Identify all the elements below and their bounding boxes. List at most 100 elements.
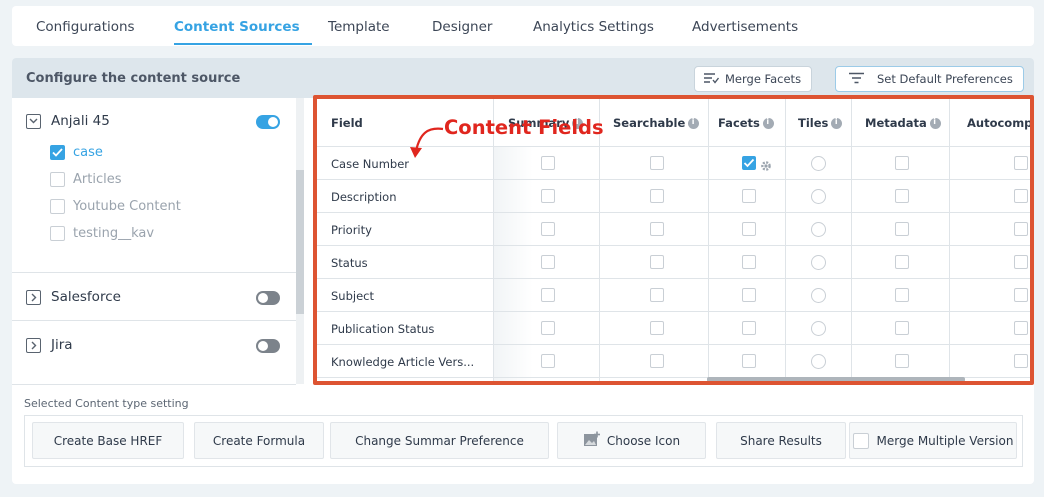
content-source-panel: Configure the content source Merge Facet…	[12, 58, 1034, 484]
info-icon[interactable]	[831, 117, 843, 129]
searchable-checkbox[interactable]	[650, 354, 664, 368]
content-type-testing-kav[interactable]: testing__kav	[50, 226, 154, 241]
checkbox-icon[interactable]	[50, 172, 65, 187]
autocomplete-checkbox[interactable]	[1014, 222, 1028, 236]
metadata-checkbox[interactable]	[895, 156, 909, 170]
facets-checkbox[interactable]	[742, 222, 756, 236]
info-icon[interactable]	[929, 117, 941, 129]
checkbox-icon[interactable]	[852, 432, 869, 449]
tree-scrollbar-thumb[interactable]	[296, 170, 304, 314]
top-tab-bar: Configurations Content Sources Template …	[12, 6, 1034, 46]
source-row-salesforce[interactable]: Salesforce	[26, 289, 121, 305]
change-summary-preference-button[interactable]: Change Summar Preference	[330, 422, 549, 459]
expand-icon[interactable]	[26, 289, 41, 305]
tiles-radio[interactable]	[811, 222, 826, 237]
facets-checkbox[interactable]	[742, 156, 756, 170]
source-row-anjali-45[interactable]: Anjali 45	[26, 113, 110, 129]
tab-analytics-settings[interactable]: Analytics Settings	[533, 19, 654, 35]
metadata-checkbox[interactable]	[895, 189, 909, 203]
tiles-radio[interactable]	[811, 189, 826, 204]
content-type-youtube-content[interactable]: Youtube Content	[50, 199, 181, 214]
source-name: Anjali 45	[51, 113, 110, 129]
summary-checkbox[interactable]	[541, 255, 555, 269]
metadata-checkbox[interactable]	[895, 354, 909, 368]
table-row: Knowledge Article Vers...	[317, 345, 1030, 378]
searchable-checkbox[interactable]	[650, 288, 664, 302]
merge-facets-label: Merge Facets	[725, 72, 802, 86]
merge-multiple-version-option[interactable]: Merge Multiple Version	[849, 422, 1017, 459]
metadata-checkbox[interactable]	[895, 222, 909, 236]
collapse-icon[interactable]	[26, 113, 41, 129]
tree-scrollbar[interactable]	[296, 98, 304, 384]
info-icon[interactable]	[762, 117, 774, 129]
tiles-radio[interactable]	[811, 321, 826, 336]
share-results-button[interactable]: Share Results	[716, 422, 846, 459]
content-type-label: Youtube Content	[73, 199, 181, 214]
merge-facets-button[interactable]: Merge Facets	[694, 66, 812, 92]
field-name: Publication Status	[331, 322, 435, 336]
searchable-checkbox[interactable]	[650, 255, 664, 269]
content-source-tree: Anjali 45 case Articles Youtube Content …	[12, 98, 308, 386]
facets-checkbox[interactable]	[742, 321, 756, 335]
summary-checkbox[interactable]	[541, 222, 555, 236]
column-header-field: Field	[331, 116, 363, 130]
facets-checkbox[interactable]	[742, 288, 756, 302]
table-horizontal-scrollbar[interactable]	[707, 377, 965, 381]
divider	[12, 384, 296, 385]
source-row-jira[interactable]: Jira	[26, 337, 73, 353]
autocomplete-checkbox[interactable]	[1014, 321, 1028, 335]
checkbox-icon[interactable]	[50, 226, 65, 241]
content-type-case[interactable]: case	[50, 145, 103, 160]
column-divider	[949, 99, 950, 381]
checkbox-checked-icon[interactable]	[50, 145, 65, 160]
summary-checkbox[interactable]	[541, 321, 555, 335]
column-header-facets: Facets	[718, 116, 774, 130]
searchable-checkbox[interactable]	[650, 189, 664, 203]
choose-icon-button[interactable]: Choose Icon	[557, 422, 706, 459]
summary-checkbox[interactable]	[541, 189, 555, 203]
autocomplete-checkbox[interactable]	[1014, 354, 1028, 368]
content-type-articles[interactable]: Articles	[50, 172, 121, 187]
facet-settings-gear-icon[interactable]	[760, 157, 772, 176]
create-formula-button[interactable]: Create Formula	[194, 422, 324, 459]
autocomplete-checkbox[interactable]	[1014, 288, 1028, 302]
column-header-metadata: Metadata	[865, 116, 941, 130]
source-toggle-salesforce[interactable]	[256, 291, 280, 305]
create-base-href-button[interactable]: Create Base HREF	[32, 422, 184, 459]
merge-facets-icon	[703, 72, 720, 87]
tiles-radio[interactable]	[811, 354, 826, 369]
source-toggle-jira[interactable]	[256, 339, 280, 353]
configure-source-bar: Configure the content source Merge Facet…	[12, 58, 1034, 98]
searchable-checkbox[interactable]	[650, 222, 664, 236]
tab-template[interactable]: Template	[328, 19, 390, 35]
tiles-radio[interactable]	[811, 288, 826, 303]
summary-checkbox[interactable]	[541, 156, 555, 170]
tiles-radio[interactable]	[811, 255, 826, 270]
set-default-preferences-button[interactable]: Set Default Preferences	[835, 66, 1024, 92]
tab-configurations[interactable]: Configurations	[36, 19, 135, 35]
metadata-checkbox[interactable]	[895, 255, 909, 269]
facets-checkbox[interactable]	[742, 255, 756, 269]
autocomplete-checkbox[interactable]	[1014, 189, 1028, 203]
facets-checkbox[interactable]	[742, 189, 756, 203]
facets-checkbox[interactable]	[742, 354, 756, 368]
summary-checkbox[interactable]	[541, 354, 555, 368]
autocomplete-checkbox[interactable]	[1014, 156, 1028, 170]
tab-designer[interactable]: Designer	[432, 19, 492, 35]
column-divider	[599, 99, 600, 381]
tab-advertisements[interactable]: Advertisements	[692, 19, 798, 35]
metadata-checkbox[interactable]	[895, 321, 909, 335]
summary-checkbox[interactable]	[541, 288, 555, 302]
divider	[12, 320, 296, 321]
searchable-checkbox[interactable]	[650, 156, 664, 170]
tab-content-sources[interactable]: Content Sources	[174, 19, 300, 35]
autocomplete-checkbox[interactable]	[1014, 255, 1028, 269]
tiles-radio[interactable]	[811, 156, 826, 171]
expand-icon[interactable]	[26, 337, 41, 353]
searchable-checkbox[interactable]	[650, 321, 664, 335]
source-toggle-anjali-45[interactable]	[256, 115, 280, 129]
info-icon[interactable]	[688, 117, 700, 129]
checkbox-icon[interactable]	[50, 199, 65, 214]
table-row: Status	[317, 246, 1030, 279]
metadata-checkbox[interactable]	[895, 288, 909, 302]
